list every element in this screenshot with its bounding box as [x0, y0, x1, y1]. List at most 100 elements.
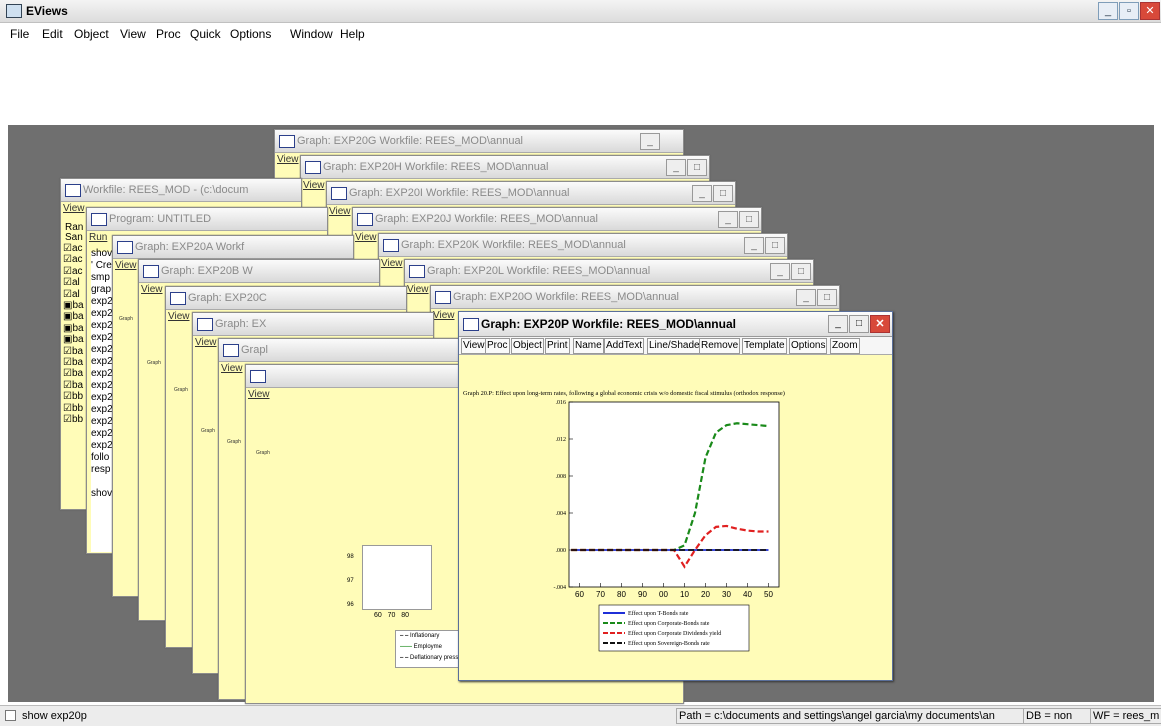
code-line: shov: [91, 248, 113, 259]
view-button[interactable]: View: [168, 311, 190, 322]
minimize-button[interactable]: _: [796, 289, 816, 306]
menu-proc[interactable]: Proc: [156, 27, 181, 41]
minimize-button[interactable]: _: [692, 185, 712, 202]
window-titlebar[interactable]: Graph: EXP20I Workfile: REES_MOD\annual …: [327, 182, 735, 205]
code-line: smp: [91, 272, 110, 283]
minimize-button[interactable]: _: [666, 159, 686, 176]
menu-view[interactable]: View: [120, 27, 146, 41]
view-button[interactable]: View: [355, 232, 377, 243]
window-titlebar[interactable]: Graph: EXP20O Workfile: REES_MOD\annual …: [431, 286, 839, 309]
toolbar-addtext-button[interactable]: AddText: [604, 338, 645, 354]
run-button[interactable]: Run: [89, 232, 107, 243]
window-titlebar[interactable]: Graph: EXP20A Workf: [113, 236, 353, 259]
menu-options[interactable]: Options: [230, 27, 271, 41]
toolbar-object-button[interactable]: Object: [511, 338, 544, 354]
toolbar-name-button[interactable]: Name: [573, 338, 604, 354]
window-title: Grapl: [241, 344, 268, 356]
view-button[interactable]: View: [303, 180, 325, 191]
view-button[interactable]: View: [248, 389, 270, 400]
code-line: exp2: [91, 380, 113, 391]
plot-area: [568, 401, 780, 588]
window-title: Graph: EXP20O Workfile: REES_MOD\annual: [453, 291, 680, 303]
window-titlebar[interactable]: Graph: EXP20P Workfile: REES_MOD\annual …: [459, 312, 892, 337]
window-titlebar[interactable]: Grapl: [219, 339, 459, 362]
maximize-button[interactable]: □: [687, 159, 707, 176]
code-line: exp2: [91, 308, 113, 319]
maximize-button[interactable]: □: [765, 237, 785, 254]
menu-help[interactable]: Help: [340, 27, 365, 41]
menu-edit[interactable]: Edit: [42, 27, 63, 41]
program-editor[interactable]: shov ' Cre smp grap exp2 exp2 exp2 exp2 …: [91, 248, 113, 500]
view-button[interactable]: View: [381, 258, 403, 269]
view-button[interactable]: View: [277, 154, 299, 165]
app-restore-button[interactable]: ▫: [1119, 2, 1139, 20]
view-button[interactable]: View: [329, 206, 351, 217]
graph-window-icon: [357, 213, 373, 226]
code-line: resp: [91, 464, 111, 475]
toolbar-proc-button[interactable]: Proc: [485, 338, 510, 354]
graph-caption: Graph: [119, 316, 133, 322]
toolbar-remove-button[interactable]: Remove: [699, 338, 741, 354]
minimize-button[interactable]: _: [744, 237, 764, 254]
graph-window-icon: [463, 318, 479, 331]
window-titlebar[interactable]: Graph: EXP20L Workfile: REES_MOD\annual …: [405, 260, 813, 283]
y-tick-label: -.004: [554, 585, 567, 591]
app-close-button[interactable]: ✕: [1140, 2, 1160, 20]
window-titlebar[interactable]: Graph: EXP20B W: [139, 260, 379, 283]
toolbar-options-button[interactable]: Options: [789, 338, 828, 354]
window-titlebar[interactable]: Graph: EXP20G Workfile: REES_MOD\annual …: [275, 130, 683, 153]
view-button[interactable]: View: [115, 260, 137, 271]
code-line: exp2: [91, 392, 113, 403]
menu-window[interactable]: Window: [290, 27, 333, 41]
toolbar-lineshade-button[interactable]: Line/Shade: [647, 338, 702, 354]
toolbar-print-button[interactable]: Print: [545, 338, 570, 354]
graph-window-icon: [409, 265, 425, 278]
view-button[interactable]: View: [63, 203, 85, 214]
graph-window-icon: [143, 265, 159, 278]
window-titlebar[interactable]: Graph: EXP20C: [166, 287, 406, 310]
view-button[interactable]: View: [433, 310, 455, 321]
window-titlebar[interactable]: Graph: EXP20H Workfile: REES_MOD\annual …: [301, 156, 709, 179]
maximize-button[interactable]: □: [713, 185, 733, 202]
y-tick-label: .000: [556, 548, 567, 554]
maximize-button[interactable]: □: [817, 289, 837, 306]
toolbar-view-button[interactable]: View: [461, 338, 487, 354]
minimize-button[interactable]: _: [640, 133, 660, 150]
menu-file[interactable]: File: [10, 27, 29, 41]
graph-caption: Graph: [174, 387, 188, 393]
status-bar: show exp20p Path = c:\documents and sett…: [0, 705, 1161, 726]
view-button[interactable]: View: [141, 284, 163, 295]
close-button[interactable]: ✕: [870, 315, 890, 333]
graph-window-icon: [305, 161, 321, 174]
toolbar-template-button[interactable]: Template: [742, 338, 787, 354]
code-line: exp2: [91, 344, 113, 355]
maximize-button[interactable]: □: [739, 211, 759, 228]
minimize-button[interactable]: _: [718, 211, 738, 228]
window-titlebar[interactable]: Graph: EXP20K Workfile: REES_MOD\annual …: [379, 234, 787, 257]
view-button[interactable]: View: [195, 337, 217, 348]
window-titlebar[interactable]: Graph: EX: [193, 313, 433, 336]
view-button[interactable]: View: [221, 363, 243, 374]
x-tick-label: 10: [680, 590, 689, 599]
toolbar-zoom-button[interactable]: Zoom: [830, 338, 860, 354]
minimize-button[interactable]: _: [828, 315, 848, 333]
tick-label: 98: [347, 554, 354, 560]
window-titlebar[interactable]: Workfile: REES_MOD - (c:\docum: [61, 179, 301, 202]
y-tick-label: .016: [556, 400, 567, 406]
window-titlebar[interactable]: Graph: EXP20J Workfile: REES_MOD\annual …: [353, 208, 761, 231]
status-path: Path = c:\documents and settings\angel g…: [676, 708, 1024, 724]
menu-quick[interactable]: Quick: [190, 27, 221, 41]
line-chart: .016 .012 .008 .004 .000 -.004 60 70 80 90 00 10 20 3…: [554, 400, 780, 652]
code-line: exp2: [91, 332, 113, 343]
maximize-button[interactable]: □: [791, 263, 811, 280]
app-minimize-button[interactable]: _: [1098, 2, 1118, 20]
window-graph-exp20p[interactable]: Graph: EXP20P Workfile: REES_MOD\annual …: [458, 311, 893, 681]
window-titlebar[interactable]: Program: UNTITLED: [87, 208, 327, 231]
x-tick-label: 40: [743, 590, 752, 599]
minimize-button[interactable]: _: [770, 263, 790, 280]
graph-window-icon: [331, 187, 347, 200]
view-button[interactable]: View: [407, 284, 429, 295]
maximize-button[interactable]: □: [849, 315, 869, 333]
menu-object[interactable]: Object: [74, 27, 109, 41]
graph-caption: Graph: [256, 450, 270, 456]
